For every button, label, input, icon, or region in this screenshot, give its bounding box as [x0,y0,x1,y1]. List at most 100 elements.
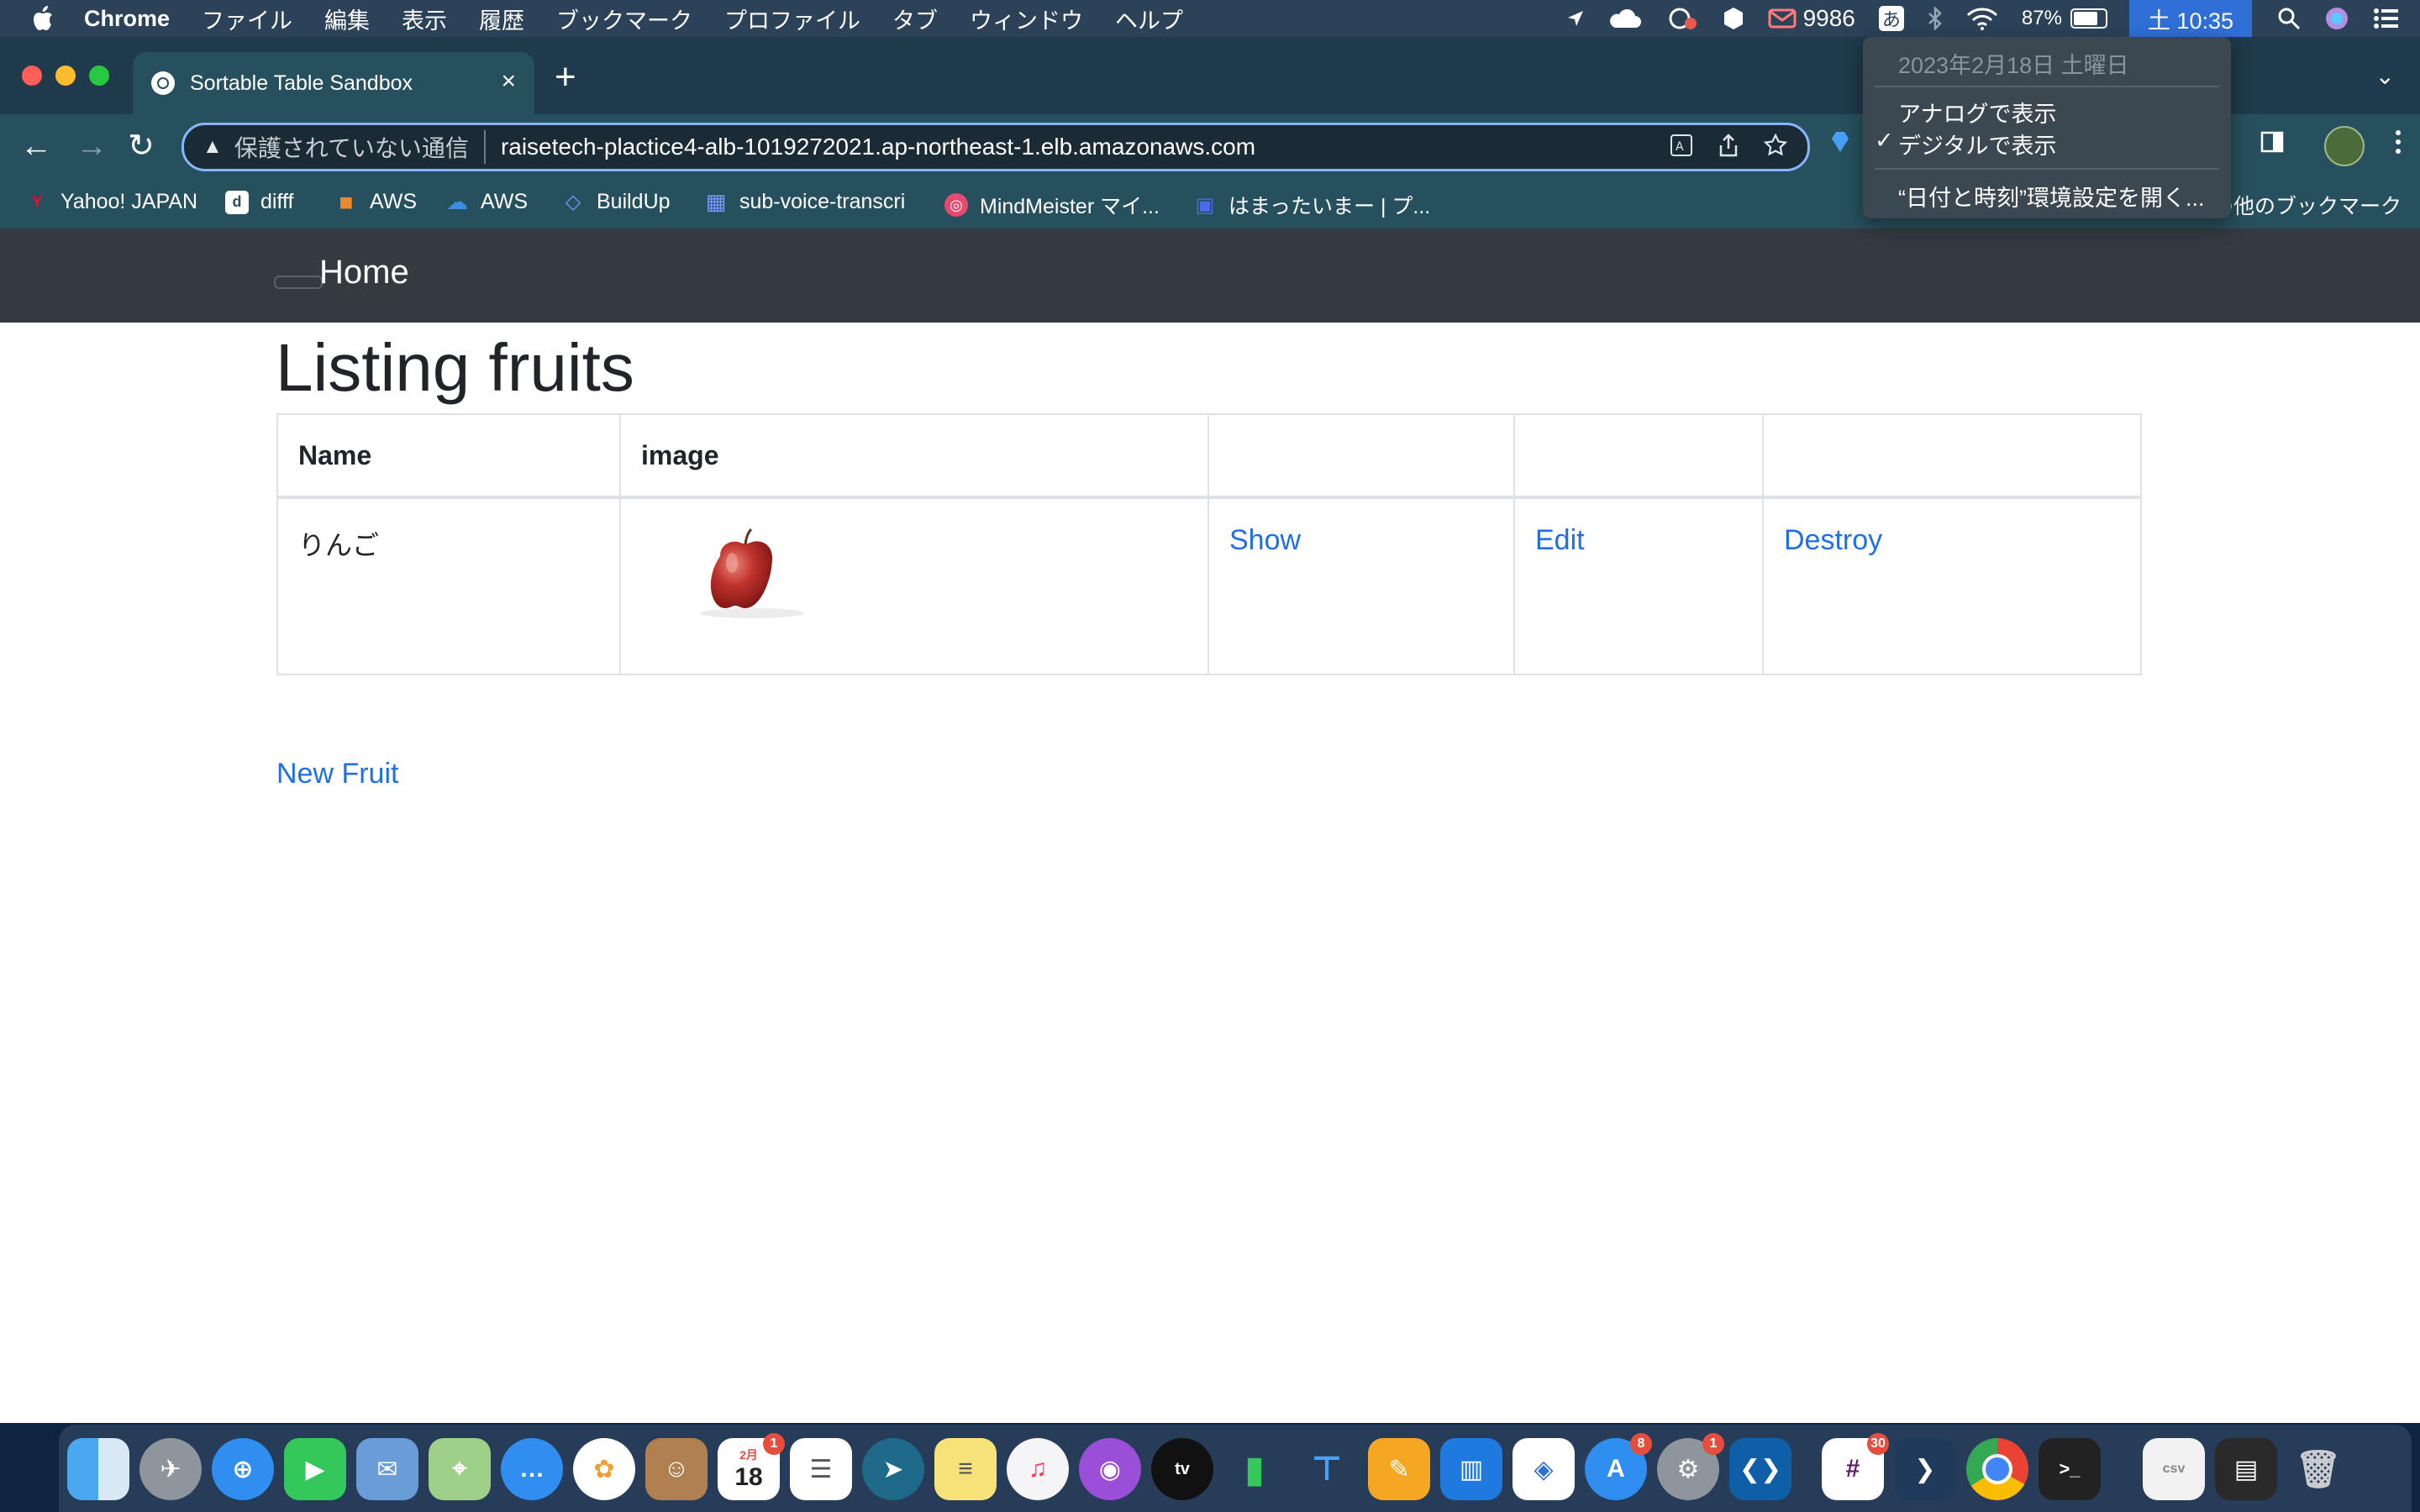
app-store-icon[interactable]: A 8 [1585,1433,1652,1500]
tab-close-icon[interactable]: × [501,69,516,94]
bookmark-aws-2[interactable]: ☁ AWS [445,189,528,214]
url-text[interactable]: raisetech-plactice4-alb-1019272021.ap-no… [501,134,1255,160]
telegram-icon[interactable]: ➤ [862,1438,924,1500]
music-icon[interactable]: ♫ [1007,1438,1069,1500]
system-preferences-icon[interactable]: ⚙ 1 [1657,1433,1724,1500]
menu-item-open-date-time-prefs[interactable]: “日付と時刻”環境設定を開く... [1898,180,2205,213]
menu-file[interactable]: ファイル [202,3,292,35]
podcasts-icon[interactable]: ◉ [1079,1438,1141,1500]
yahoo-icon: Y [31,193,42,210]
vscode-icon[interactable]: ❮❯ [1729,1438,1791,1500]
bookmark-buildup[interactable]: ◇ BuildUp [561,190,671,214]
safari-icon[interactable]: ⊕ [212,1438,274,1500]
finder-icon[interactable] [67,1438,129,1500]
trash-icon[interactable]: 🗑 [2287,1438,2349,1500]
screenshot-stack-icon[interactable]: ▤ [2215,1438,2277,1500]
share-icon[interactable] [1718,134,1739,163]
input-method-icon[interactable]: あ [1878,6,1904,31]
back-button[interactable]: ← [20,129,52,163]
cursor-app-icon[interactable]: ❯ [1894,1438,1956,1500]
address-bar[interactable]: ▲ 保護されていない通信 raisetech-plactice4-alb-101… [182,123,1810,171]
bookmark-hamattaimaa[interactable]: ▣ はまったいまー | プ... [1193,190,1431,220]
menu-help[interactable]: ヘルプ [1115,3,1183,35]
menu-item-analog[interactable]: アナログで表示 [1898,96,2056,129]
siri-icon[interactable] [2324,6,2349,31]
spotlight-search-icon[interactable] [2277,7,2301,30]
bluetooth-icon[interactable] [1928,7,1943,30]
not-secure-label[interactable]: 保護されていない通信 [234,130,486,164]
bookmark-star-icon[interactable] [1763,133,1788,163]
photos-icon[interactable]: ✿ [573,1438,635,1500]
location-icon[interactable] [1566,9,1585,28]
menu-tab[interactable]: タブ [892,3,938,35]
browser-tab[interactable]: Sortable Table Sandbox × [133,52,534,114]
launchpad-icon[interactable]: ✈ [139,1438,202,1500]
maps-icon[interactable]: ⌖ [429,1438,491,1500]
profile-avatar[interactable] [2324,126,2365,166]
menu-profiles[interactable]: プロファイル [724,3,860,35]
menu-window[interactable]: ウィンドウ [970,3,1083,35]
fruits-table: Name image りんご Show Edit Destroy [276,413,2142,675]
keynote-icon[interactable]: ⊤ [1296,1438,1358,1500]
new-fruit-link[interactable]: New Fruit [276,758,398,790]
menu-item-digital[interactable]: ✓ デジタルで表示 [1875,128,2056,160]
new-tab-button[interactable]: + [555,59,576,96]
numbers-icon[interactable]: ▮ [1223,1438,1286,1500]
tab-search-chevron-icon[interactable]: ⌄ [2375,62,2395,90]
menu-bookmarks[interactable]: ブックマーク [556,3,692,35]
side-panel-icon[interactable] [2260,129,2284,160]
battery-indicator[interactable]: 87% [2022,7,2107,30]
mail-app-icon[interactable]: ✉ [356,1438,418,1500]
chrome-icon[interactable] [1966,1438,2028,1500]
calendar-icon[interactable]: 2月 18 1 [718,1433,785,1500]
app-store-badge: 8 [1630,1433,1652,1455]
menu-edit[interactable]: 編集 [324,3,370,35]
wifi-icon[interactable] [1966,7,1998,30]
translate-icon[interactable]: A [1670,134,1693,163]
bookmark-aws-1[interactable]: ■ AWS [334,189,418,215]
forward-button[interactable]: → [76,129,108,163]
bookmark-mindmeister[interactable]: ◎ MindMeister マイ... [944,190,1160,220]
pages-icon[interactable]: ✎ [1368,1438,1430,1500]
messages-icon[interactable]: … [501,1438,563,1500]
apple-menu-icon[interactable] [32,6,54,31]
bookmark-difff[interactable]: d difff [225,190,293,214]
slack-icon[interactable]: # 30 [1822,1433,1889,1500]
trello-icon[interactable]: ▥ [1440,1438,1502,1500]
creative-cloud-icon[interactable] [1665,6,1699,31]
edit-link[interactable]: Edit [1535,524,1585,556]
bookmark-yahoo[interactable]: Y Yahoo! JAPAN [25,190,197,214]
terminal-icon[interactable]: >_ [2039,1438,2101,1500]
contacts-icon[interactable]: ☺ [645,1438,708,1500]
menu-history[interactable]: 履歴 [479,3,524,35]
mail-icon[interactable]: 9986 [1768,5,1855,32]
xmind-icon[interactable]: ◈ [1512,1438,1575,1500]
nav-home-link[interactable]: Home [319,254,409,291]
control-center-icon[interactable] [2373,8,2400,29]
cloud-icon[interactable] [1608,8,1642,29]
navbar-toggler[interactable] [274,276,323,289]
hexagon-app-icon[interactable] [1723,7,1744,30]
app-menu-chrome[interactable]: Chrome [84,6,170,32]
destroy-link[interactable]: Destroy [1784,524,1882,556]
extension-gem-icon[interactable] [1830,129,1850,160]
reload-button[interactable]: ↻ [128,129,155,163]
csv-document-icon[interactable]: csv [2143,1438,2205,1500]
other-bookmarks[interactable]: の他のブックマーク [2212,190,2402,220]
hamattaimaa-icon: ▣ [1195,193,1215,217]
battery-icon [2070,8,2107,29]
warning-icon[interactable]: ▲ [203,135,223,159]
close-window-button[interactable] [22,66,42,86]
notes-icon[interactable]: ≡ [934,1438,997,1500]
zoom-window-button[interactable] [89,66,109,86]
kebab-menu-icon[interactable] [2395,129,2402,161]
calendar-badge: 1 [763,1433,785,1455]
apple-tv-icon[interactable]: tv [1151,1438,1213,1500]
minimize-window-button[interactable] [55,66,76,86]
facetime-icon[interactable]: ▶ [284,1438,346,1500]
bookmark-sub-voice[interactable]: ▦ sub-voice-transcri [704,189,906,214]
reminders-icon[interactable]: ☰ [790,1438,852,1500]
menubar-clock[interactable]: 土 10:35 [2128,0,2252,37]
show-link[interactable]: Show [1229,524,1301,556]
menu-view[interactable]: 表示 [402,3,447,35]
